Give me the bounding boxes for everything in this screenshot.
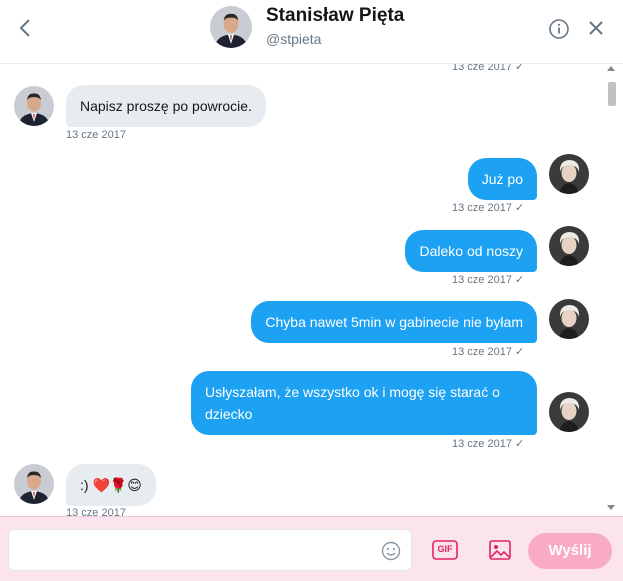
- own-avatar[interactable]: [549, 392, 589, 432]
- back-button[interactable]: [14, 14, 36, 42]
- read-check-icon: ✓: [514, 346, 525, 358]
- sender-avatar[interactable]: [14, 86, 54, 126]
- gif-label: GIF: [437, 544, 453, 554]
- incoming-message[interactable]: Napisz proszę po powrocie.: [66, 85, 266, 127]
- conversation-header: Stanisław Pięta @stpieta: [0, 0, 623, 64]
- outgoing-message[interactable]: Daleko od noszy: [405, 230, 537, 272]
- emoji-button[interactable]: [381, 541, 401, 561]
- message-timestamp: 13 cze 2017: [66, 129, 126, 141]
- chevron-left-icon: [19, 19, 30, 37]
- message-timestamp: 13 cze 2017 ✓: [452, 438, 525, 450]
- scrollbar-thumb[interactable]: [608, 82, 616, 106]
- message-input[interactable]: [8, 529, 412, 571]
- read-check-icon: ✓: [514, 202, 525, 214]
- scroll-down-arrow[interactable]: [607, 505, 615, 510]
- message-timestamp: 13 cze 2017 ✓: [452, 202, 525, 214]
- own-avatar[interactable]: [549, 299, 589, 339]
- info-button[interactable]: [548, 18, 570, 40]
- close-button[interactable]: [586, 18, 606, 38]
- close-icon: [589, 21, 603, 35]
- send-button[interactable]: Wyślij: [528, 533, 612, 569]
- message-timestamp: 13 cze 2017 ✓: [452, 64, 524, 73]
- conversation-title: Stanisław Pięta: [266, 5, 405, 26]
- header-avatar[interactable]: [210, 6, 252, 48]
- gif-button[interactable]: GIF: [432, 539, 458, 561]
- add-image-button[interactable]: [488, 538, 512, 562]
- outgoing-message[interactable]: Już po: [467, 158, 537, 200]
- sender-avatar[interactable]: [14, 464, 54, 504]
- message-composer: GIF Wyślij: [0, 516, 623, 581]
- own-avatar[interactable]: [549, 226, 589, 266]
- image-icon: [489, 540, 511, 560]
- message-timestamp: 13 cze 2017 ✓: [452, 274, 525, 286]
- incoming-message[interactable]: :) ❤️🌹😊: [66, 464, 156, 506]
- read-check-icon: ✓: [514, 274, 525, 286]
- own-avatar[interactable]: [549, 154, 589, 194]
- info-icon: [549, 19, 569, 39]
- outgoing-message[interactable]: Usłyszałam, że wszystko ok i mogę się st…: [191, 371, 537, 435]
- read-check-icon: ✓: [514, 64, 525, 73]
- scroll-up-arrow[interactable]: [607, 66, 615, 71]
- read-check-icon: ✓: [514, 438, 525, 450]
- outgoing-message[interactable]: Chyba nawet 5min w gabinecie nie byłam: [251, 301, 537, 343]
- message-timestamp: 13 cze 2017: [66, 507, 126, 516]
- conversation-handle: @stpieta: [266, 31, 322, 47]
- message-timestamp: 13 cze 2017 ✓: [452, 346, 525, 358]
- emoji-icon: [381, 541, 401, 561]
- message-list[interactable]: 13 cze 2017 ✓ Napisz proszę po powrocie. …: [0, 64, 623, 516]
